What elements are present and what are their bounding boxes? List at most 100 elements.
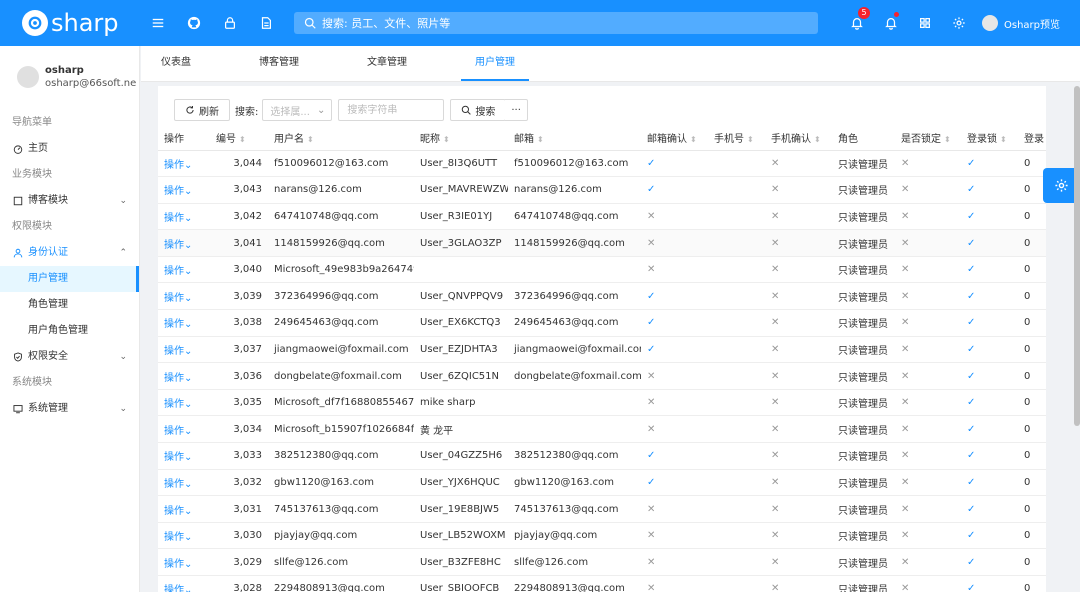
tab-blog-management[interactable]: 博客管理 bbox=[245, 46, 313, 81]
global-search-input[interactable] bbox=[322, 16, 802, 30]
row-action-dropdown[interactable]: 操作⌄ bbox=[158, 575, 210, 592]
user-menu[interactable]: Osharp预览 bbox=[981, 15, 1060, 31]
column-header[interactable]: 手机号 ⬍ bbox=[708, 125, 765, 151]
table-row[interactable]: 操作⌄ 3,040 Microsoft_49e983b9a264749a ✕ ✕ 只读管理… bbox=[158, 256, 1046, 284]
row-action-dropdown[interactable]: 操作⌄ bbox=[158, 229, 210, 257]
tab-dashboard[interactable]: 仪表盘 bbox=[147, 46, 205, 81]
sort-icon[interactable]: ⬍ bbox=[239, 135, 246, 144]
column-header[interactable]: 昵称 ⬍ bbox=[414, 125, 508, 151]
sidebar-item-system-management[interactable]: 系统管理 ⌄ bbox=[0, 396, 139, 422]
brand-logo[interactable]: sharp bbox=[0, 9, 140, 37]
column-header[interactable]: 手机确认 ⬍ bbox=[765, 125, 832, 151]
table-row[interactable]: 操作⌄ 3,036 dongbelate@foxmail.com User_6ZQIC… bbox=[158, 362, 1046, 390]
row-action-dropdown[interactable]: 操作⌄ bbox=[158, 469, 210, 497]
profile-email: osharp@66soft.ne bbox=[45, 78, 137, 89]
login-lock-check-icon: ✓ bbox=[961, 522, 1018, 550]
column-header[interactable]: 邮箱 ⬍ bbox=[508, 125, 641, 151]
table-row[interactable]: 操作⌄ 3,038 249645463@qq.com User_EX6KCTQ3 249… bbox=[158, 309, 1046, 337]
alert-bell-icon[interactable] bbox=[874, 0, 908, 46]
cell-id: 3,038 bbox=[210, 309, 268, 337]
column-header[interactable]: 登录锁 ⬍ bbox=[961, 125, 1018, 151]
chevron-down-icon: ⌄ bbox=[119, 404, 127, 414]
column-header[interactable]: 用户名 ⬍ bbox=[268, 125, 414, 151]
sort-icon[interactable]: ⬍ bbox=[814, 135, 821, 144]
menu-toggle-icon[interactable] bbox=[140, 0, 176, 46]
email-confirmed-check-icon: ✓ bbox=[641, 336, 708, 364]
notification-bell-icon[interactable]: 5 bbox=[840, 0, 874, 46]
global-search[interactable] bbox=[294, 12, 818, 34]
sidebar-item-security[interactable]: 权限安全 ⌄ bbox=[0, 344, 139, 370]
row-action-dropdown[interactable]: 操作⌄ bbox=[158, 309, 210, 337]
sort-icon[interactable]: ⬍ bbox=[1000, 135, 1007, 144]
table-row[interactable]: 操作⌄ 3,035 Microsoft_df7f168808554675 mike s… bbox=[158, 389, 1046, 417]
table-row[interactable]: 操作⌄ 3,033 382512380@qq.com User_04GZZ5H6 382… bbox=[158, 442, 1046, 470]
table-row[interactable]: 操作⌄ 3,034 Microsoft_b15907f1026684f2 黄 龙平 ✕ ✕… bbox=[158, 415, 1046, 444]
row-action-label: 操作 bbox=[164, 372, 184, 384]
row-action-dropdown[interactable]: 操作⌄ bbox=[158, 389, 210, 417]
group-auth: 权限模块 bbox=[12, 221, 52, 232]
sidebar-item-identity[interactable]: 身份认证 ⌃ bbox=[0, 240, 139, 266]
lock-icon[interactable] bbox=[212, 0, 248, 46]
sort-icon[interactable]: ⬍ bbox=[944, 135, 951, 144]
sort-icon[interactable]: ⬍ bbox=[443, 135, 450, 144]
row-action-dropdown[interactable]: 操作⌄ bbox=[158, 548, 210, 576]
row-action-dropdown[interactable]: 操作⌄ bbox=[158, 282, 210, 311]
github-icon[interactable] bbox=[176, 0, 212, 46]
table-row[interactable]: 操作⌄ 3,030 pjayjay@qq.com User_LB52WOXM pjayj… bbox=[158, 522, 1046, 550]
sidebar-item-user-role-management[interactable]: 用户角色管理 bbox=[0, 318, 139, 344]
refresh-button[interactable]: 刷新 bbox=[174, 99, 230, 121]
apps-grid-icon[interactable] bbox=[908, 0, 942, 46]
sort-icon[interactable]: ⬍ bbox=[747, 135, 754, 144]
sort-icon[interactable]: ⬍ bbox=[690, 135, 697, 144]
row-action-dropdown[interactable]: 操作⌄ bbox=[158, 495, 210, 523]
row-action-dropdown[interactable]: 操作⌄ bbox=[158, 336, 210, 364]
row-action-dropdown[interactable]: 操作⌄ bbox=[158, 442, 210, 470]
sidebar-item-role-management[interactable]: 角色管理 bbox=[0, 292, 139, 318]
table-row[interactable]: 操作⌄ 3,037 jiangmaowei@foxmail.com User_EZJD… bbox=[158, 336, 1046, 364]
more-button[interactable]: ··· bbox=[505, 99, 528, 121]
login-lock-check-icon: ✓ bbox=[961, 176, 1018, 204]
row-action-dropdown[interactable]: 操作⌄ bbox=[158, 150, 210, 178]
page-scrollbar[interactable] bbox=[1074, 86, 1080, 426]
table-row[interactable]: 操作⌄ 3,028 2294808913@qq.com User_SBIOOFCB 22… bbox=[158, 575, 1046, 592]
profile-avatar bbox=[17, 66, 39, 88]
row-action-dropdown[interactable]: 操作⌄ bbox=[158, 256, 210, 284]
table-row[interactable]: 操作⌄ 3,029 sllfe@126.com User_B3ZFE8HC sllfe@… bbox=[158, 548, 1046, 576]
table-row[interactable]: 操作⌄ 3,043 narans@126.com User_MAVREWZW naran… bbox=[158, 176, 1046, 204]
search-icon bbox=[304, 17, 316, 29]
table-row[interactable]: 操作⌄ 3,039 372364996@qq.com User_QNVPPQV9 372… bbox=[158, 282, 1046, 311]
is-locked-cross-icon: ✕ bbox=[895, 336, 961, 364]
row-action-dropdown[interactable]: 操作⌄ bbox=[158, 362, 210, 390]
column-header[interactable]: 是否锁定 ⬍ bbox=[895, 125, 961, 151]
chevron-down-icon: ⌄ bbox=[184, 159, 193, 171]
is-locked-cross-icon: ✕ bbox=[895, 203, 961, 231]
search-string-input[interactable] bbox=[338, 99, 445, 121]
cell-username: 382512380@qq.com bbox=[268, 442, 414, 470]
sort-icon[interactable]: ⬍ bbox=[537, 135, 544, 144]
settings-gear-icon[interactable] bbox=[942, 0, 976, 46]
phone-confirmed-cross-icon: ✕ bbox=[765, 522, 832, 550]
sidebar-item-home[interactable]: 主页 bbox=[0, 136, 139, 162]
property-select[interactable]: 选择属... ⌄ bbox=[262, 99, 333, 121]
row-action-dropdown[interactable]: 操作⌄ bbox=[158, 203, 210, 231]
column-header[interactable]: 邮箱确认 ⬍ bbox=[641, 125, 708, 151]
table-row[interactable]: 操作⌄ 3,032 gbw1120@163.com User_YJX6HQUC gbw1… bbox=[158, 469, 1046, 497]
table-row[interactable]: 操作⌄ 3,044 f510096012@163.com User_8I3Q6UTT f… bbox=[158, 150, 1046, 178]
table-row[interactable]: 操作⌄ 3,031 745137613@qq.com User_19E8BJW5 745… bbox=[158, 495, 1046, 523]
table-row[interactable]: 操作⌄ 3,042 647410748@qq.com User_R3IE01YJ 647… bbox=[158, 203, 1046, 231]
sidebar-item-user-management[interactable]: 用户管理 bbox=[0, 266, 139, 292]
row-action-dropdown[interactable]: 操作⌄ bbox=[158, 522, 210, 550]
column-header: 操作 bbox=[158, 125, 210, 151]
tab-user-management[interactable]: 用户管理 bbox=[461, 46, 529, 81]
document-icon[interactable] bbox=[248, 0, 284, 46]
row-action-dropdown[interactable]: 操作⌄ bbox=[158, 415, 210, 444]
sort-icon[interactable]: ⬍ bbox=[307, 135, 314, 144]
row-action-label: 操作 bbox=[164, 239, 184, 251]
table-row[interactable]: 操作⌄ 3,041 1148159926@qq.com User_3GLAO3ZP 11… bbox=[158, 229, 1046, 257]
row-action-dropdown[interactable]: 操作⌄ bbox=[158, 176, 210, 204]
sidebar-item-blog[interactable]: 博客模块 ⌄ bbox=[0, 188, 139, 214]
column-header-label: 手机号 bbox=[714, 133, 744, 145]
column-header[interactable]: 编号 ⬍ bbox=[210, 125, 268, 151]
search-button[interactable]: 搜索 bbox=[450, 99, 507, 121]
tab-article-management[interactable]: 文章管理 bbox=[353, 46, 421, 81]
